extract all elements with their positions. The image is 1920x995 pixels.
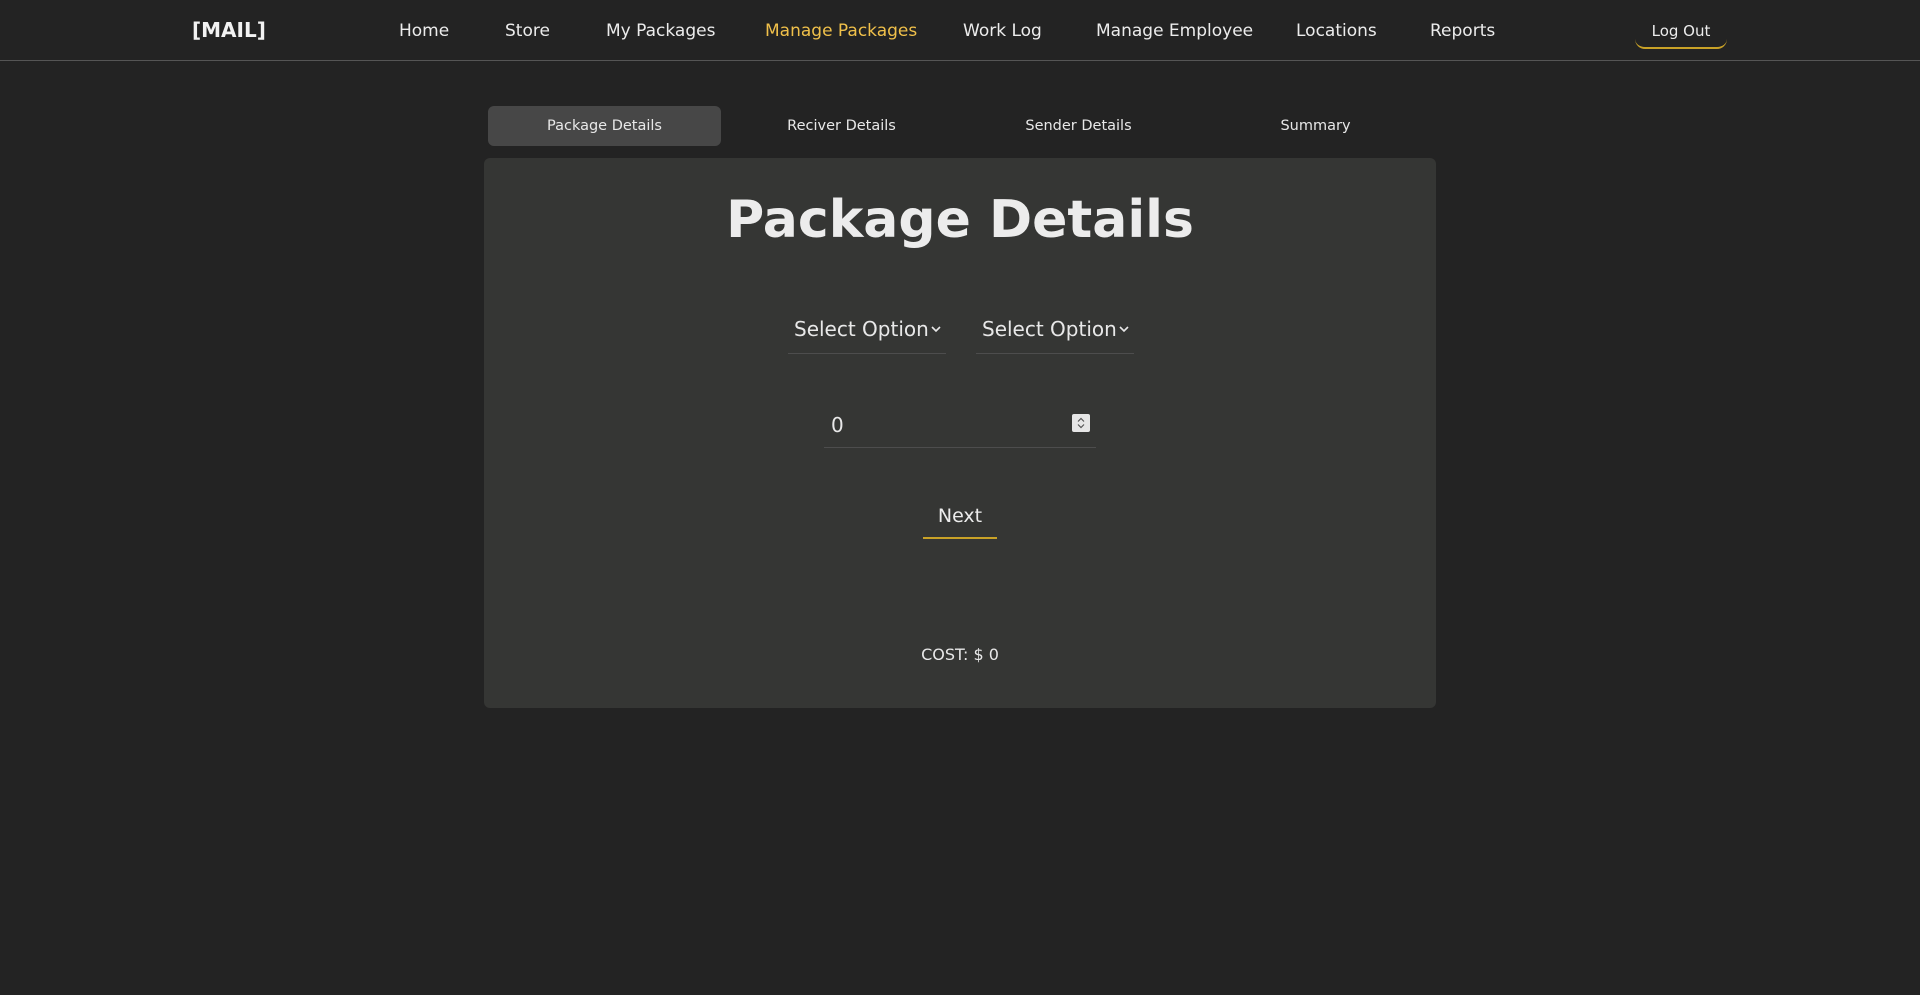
- tab-reciver-details[interactable]: Reciver Details: [725, 106, 958, 146]
- nav-manage-employee[interactable]: Manage Employee: [1096, 20, 1253, 42]
- logout-button[interactable]: Log Out: [1635, 13, 1727, 49]
- chevron-down-icon: [931, 326, 941, 333]
- nav-work-log[interactable]: Work Log: [963, 20, 1042, 42]
- nav-manage-packages[interactable]: Manage Packages: [765, 20, 917, 42]
- package-size-select[interactable]: Select Option: [976, 306, 1134, 354]
- next-button[interactable]: Next: [923, 497, 997, 539]
- select-label: Select Option: [982, 317, 1117, 341]
- nav-reports[interactable]: Reports: [1430, 20, 1495, 42]
- number-spinner-icon[interactable]: [1072, 414, 1090, 432]
- package-details-card: Package Details Select Option Select Opt…: [484, 158, 1436, 708]
- tab-summary[interactable]: Summary: [1199, 106, 1432, 146]
- tab-package-details[interactable]: Package Details: [488, 106, 721, 146]
- nav-my-packages[interactable]: My Packages: [606, 20, 715, 42]
- quantity-value: 0: [831, 413, 844, 437]
- brand-logo[interactable]: [MAIL]: [192, 18, 266, 42]
- nav-locations[interactable]: Locations: [1296, 20, 1377, 42]
- quantity-input[interactable]: 0: [824, 402, 1096, 448]
- top-navbar: [MAIL] Home Store My Packages Manage Pac…: [0, 0, 1920, 61]
- chevron-down-icon: [1119, 326, 1129, 333]
- select-label: Select Option: [794, 317, 929, 341]
- nav-home[interactable]: Home: [399, 20, 449, 42]
- tab-sender-details[interactable]: Sender Details: [962, 106, 1195, 146]
- step-tabs: Package Details Reciver Details Sender D…: [488, 106, 1436, 146]
- nav-store[interactable]: Store: [505, 20, 550, 42]
- cost-label: COST: $ 0: [921, 645, 999, 664]
- package-type-select[interactable]: Select Option: [788, 306, 946, 354]
- page-title: Package Details: [726, 190, 1194, 250]
